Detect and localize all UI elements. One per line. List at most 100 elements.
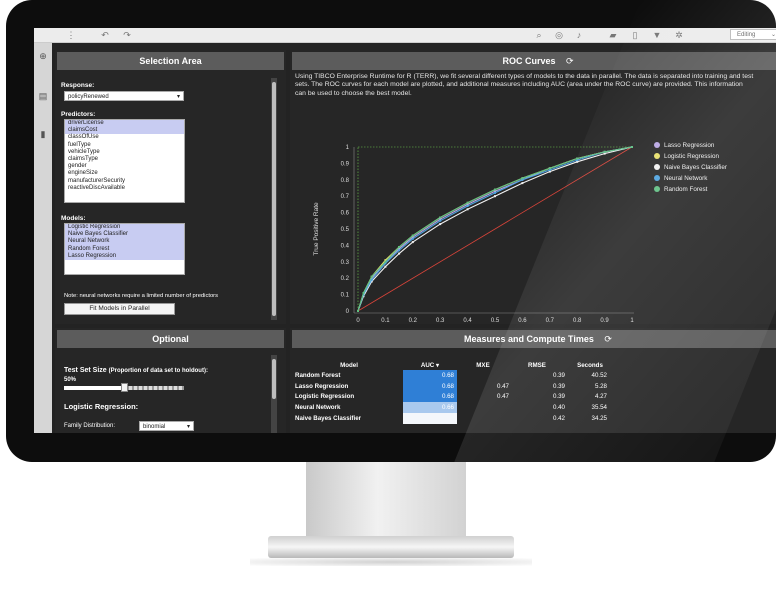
- comment-icon[interactable]: ▰: [608, 30, 618, 40]
- measures-header: Measures and Compute Times ⟳: [292, 330, 776, 348]
- add-icon[interactable]: ⊕: [38, 51, 48, 61]
- optional-scrollbar[interactable]: [271, 355, 277, 433]
- chevron-down-icon: ▾: [176, 94, 180, 100]
- diagonal-reference-line: [357, 146, 633, 312]
- col-header-mxe[interactable]: MXE: [457, 360, 509, 370]
- menu-dots-icon[interactable]: ⋮: [66, 30, 76, 40]
- model-option[interactable]: Logistic Regression: [65, 224, 184, 232]
- legend-label: Naive Bayes Classifier: [664, 164, 727, 171]
- model-option[interactable]: Neural Network: [65, 238, 184, 246]
- y-tick-label: 0.1: [341, 293, 350, 299]
- roc-point: [384, 265, 387, 268]
- roc-point: [384, 260, 387, 263]
- predictor-option[interactable]: claimsCost: [65, 127, 184, 135]
- predictor-option[interactable]: gender: [65, 163, 184, 170]
- globe-icon[interactable]: ◎: [554, 30, 564, 40]
- cell-rmse: 0.39: [552, 371, 565, 379]
- mode-label: Editing: [737, 32, 756, 38]
- top-toolbar: ⋮ ↶ ↷ ⌕ ◎ ♪ ▰ ▯ ▼ ✲ Editing ⌄: [34, 28, 776, 43]
- response-select[interactable]: policyRenewed ▾: [64, 91, 184, 101]
- predictor-option[interactable]: claimsType: [65, 156, 184, 163]
- test-size-value: 50%: [64, 377, 77, 383]
- predictors-listbox[interactable]: driverLicense claimsCost classOfUse fuelTyp…: [64, 119, 185, 203]
- bookmark-icon[interactable]: ▯: [630, 30, 640, 40]
- roc-point: [521, 177, 524, 180]
- predictor-option[interactable]: engineSize: [65, 170, 184, 177]
- cell-seconds: 35.54: [591, 404, 607, 412]
- legend-swatch: [654, 186, 660, 193]
- roc-point: [466, 208, 469, 211]
- table-row[interactable]: Lasso Regression 0.68 0.47 0.39 5.28: [295, 380, 615, 392]
- roc-point: [466, 205, 469, 207]
- model-option[interactable]: Random Forest: [65, 245, 184, 253]
- y-tick-label: 0: [346, 309, 350, 315]
- y-axis-label: True Positive Rate: [313, 202, 320, 256]
- monitor-shadow: [250, 558, 532, 566]
- table-row[interactable]: Logistic Regression 0.68 0.47 0.39 4.27: [295, 391, 615, 403]
- page-icon[interactable]: ▤: [38, 91, 48, 101]
- sort-down-icon: ▾: [436, 361, 440, 369]
- family-select[interactable]: binomial ▾: [139, 421, 194, 431]
- table-row[interactable]: Neural Network 0.66 0.40 35.54: [295, 402, 615, 414]
- response-label: Response:: [61, 82, 95, 89]
- model-option[interactable]: Lasso Regression: [65, 252, 184, 260]
- scroll-thumb[interactable]: [272, 82, 276, 316]
- predictor-option[interactable]: classOfUse: [65, 134, 184, 141]
- cell-auc: 0.68: [403, 391, 457, 403]
- test-size-fill: [64, 386, 124, 390]
- roc-point: [439, 219, 442, 222]
- roc-point: [370, 275, 373, 278]
- cell-rmse: 0.39: [552, 393, 565, 401]
- predictor-option[interactable]: fuelType: [65, 142, 184, 149]
- gear-icon[interactable]: ✲: [674, 30, 684, 40]
- legend-item[interactable]: Random Forest: [654, 186, 707, 193]
- x-tick-label: 0.2: [409, 318, 418, 324]
- roc-point: [398, 246, 401, 248]
- refresh-icon[interactable]: ⟳: [604, 334, 612, 344]
- bar-chart-icon[interactable]: ▮: [38, 129, 48, 139]
- filter-icon[interactable]: ▼: [652, 30, 662, 40]
- selection-scrollbar[interactable]: [271, 78, 277, 320]
- table-row[interactable]: Random Forest 0.68 0.39 40.52: [295, 370, 615, 381]
- col-header-auc-label: AUC: [420, 361, 435, 369]
- roc-point: [362, 292, 365, 294]
- roc-point: [494, 195, 496, 198]
- scroll-thumb[interactable]: [272, 359, 276, 399]
- predictor-option[interactable]: reactiveDiscAvailable: [65, 185, 184, 192]
- roc-point: [398, 252, 401, 255]
- y-tick-label: 0.6: [341, 211, 350, 217]
- roc-point: [411, 234, 414, 237]
- redo-icon[interactable]: ↷: [122, 30, 132, 40]
- cell-seconds: 4.27: [594, 393, 607, 401]
- col-header-auc[interactable]: AUC ▾: [403, 360, 457, 370]
- search-icon[interactable]: ⌕: [534, 30, 544, 40]
- x-tick-label: 0.3: [436, 318, 445, 324]
- roc-point: [576, 157, 579, 160]
- y-tick-label: 0.9: [341, 161, 350, 167]
- legend-item[interactable]: Naive Bayes Classifier: [654, 164, 727, 171]
- legend-item[interactable]: Logistic Regression: [654, 153, 719, 160]
- models-listbox[interactable]: Logistic Regression Naive Bayes Classifie…: [64, 223, 185, 275]
- col-header-seconds[interactable]: Seconds: [565, 360, 615, 370]
- undo-icon[interactable]: ↶: [100, 30, 110, 40]
- predictor-option[interactable]: driverLicense: [65, 120, 184, 128]
- col-header-model[interactable]: Model: [295, 360, 403, 370]
- chevron-down-icon: ▾: [186, 424, 190, 430]
- roc-point: [411, 237, 414, 240]
- fit-models-button[interactable]: Fit Models in Parallel: [64, 303, 175, 315]
- monitor-stand-base: [268, 536, 514, 558]
- legend-label: Logistic Regression: [664, 153, 719, 160]
- table-row[interactable]: Naive Bayes Classifier 0.42 34.25: [295, 413, 615, 424]
- test-size-slider-handle[interactable]: [121, 383, 128, 392]
- predictor-option[interactable]: manufacturerSecurity: [65, 178, 184, 185]
- legend-swatch: [654, 175, 660, 182]
- predictor-option[interactable]: vehicleType: [65, 149, 184, 156]
- legend-item[interactable]: Neural Network: [654, 175, 707, 182]
- mode-dropdown[interactable]: Editing ⌄: [730, 29, 776, 40]
- col-header-rmse[interactable]: RMSE: [509, 360, 565, 370]
- roc-point: [576, 160, 579, 163]
- optional-title: Optional: [57, 330, 284, 348]
- bell-icon[interactable]: ♪: [574, 30, 584, 40]
- model-option[interactable]: Naive Bayes Classifier: [65, 231, 184, 239]
- legend-item[interactable]: Lasso Regression: [654, 142, 714, 149]
